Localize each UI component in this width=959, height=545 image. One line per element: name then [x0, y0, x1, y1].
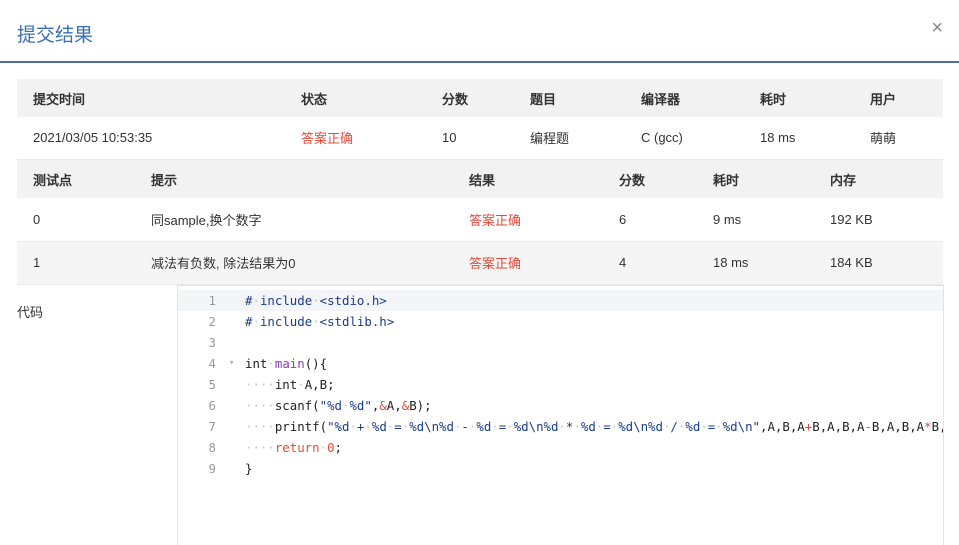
line-number: 9: [208, 461, 216, 476]
table-row: 2021/03/05 10:53:35 答案正确 10 编程题 C (gcc) …: [17, 117, 943, 159]
testcase-memory: 192 KB: [830, 211, 873, 227]
status-badge: 答案正确: [301, 131, 354, 147]
code-editor[interactable]: 1 #·include·<stdio.h> 2 #·include·<stdlib.…: [177, 285, 944, 545]
col-problem: 题目: [530, 91, 557, 107]
code-line: 4 ▾ int·main(){: [178, 353, 943, 374]
col-result: 结果: [469, 172, 496, 188]
problem-link[interactable]: 编程题: [514, 117, 625, 159]
col-time: 耗时: [713, 172, 740, 188]
col-time: 耗时: [760, 91, 787, 107]
code-line: 1 #·include·<stdio.h>: [178, 290, 943, 311]
line-number: 8: [208, 440, 216, 455]
col-submit-time: 提交时间: [33, 91, 86, 107]
testcase-score: 6: [619, 211, 627, 227]
status-badge: 答案正确: [469, 212, 522, 228]
code-line: 3: [178, 332, 943, 353]
code-text: #·include·<stdio.h>: [245, 293, 387, 308]
line-number: 6: [208, 398, 216, 413]
code-text: ····return·0;: [245, 440, 343, 455]
modal-title: 提交结果: [17, 25, 94, 46]
line-number: 5: [208, 377, 216, 392]
compiler: C (gcc): [641, 130, 683, 146]
testcase-hint: 同sample,换个数字: [151, 212, 262, 228]
line-number: 1: [208, 293, 216, 308]
col-testcase: 测试点: [33, 172, 73, 188]
submission-result-modal: 提交结果 × 提交时间 状态 分数 题目 编译器 耗时 用户 2021/03/0…: [0, 0, 959, 545]
code-line: 2 #·include·<stdlib.h>: [178, 311, 943, 332]
testcase-memory: 184 KB: [830, 255, 873, 270]
summary-header-row: 提交时间 状态 分数 题目 编译器 耗时 用户: [17, 79, 943, 117]
code-label: 代码: [17, 305, 44, 320]
summary-table: 提交时间 状态 分数 题目 编译器 耗时 用户 2021/03/05 10:53…: [17, 79, 943, 160]
col-score: 分数: [442, 91, 469, 107]
col-memory: 内存: [830, 172, 857, 188]
close-icon[interactable]: ×: [931, 18, 943, 38]
testcase-id: 1: [33, 255, 41, 270]
testcase-time: 18 ms: [713, 255, 749, 270]
code-line: 6 ····scanf("%d·%d",&A,&B);: [178, 395, 943, 416]
col-status: 状态: [301, 91, 328, 107]
code-line: 8 ····return·0;: [178, 437, 943, 458]
col-hint: 提示: [151, 172, 178, 188]
table-row: 1 减法有负数, 除法结果为0 答案正确 4 18 ms 184 KB: [17, 241, 943, 284]
status-badge: 答案正确: [469, 256, 522, 271]
code-line: 9}: [178, 458, 943, 479]
user-link[interactable]: 萌萌: [854, 117, 943, 159]
modal-header: 提交结果 ×: [0, 0, 959, 63]
code-text: #·include·<stdlib.h>: [245, 314, 395, 329]
line-number: 3: [208, 335, 216, 350]
testcase-time: 9 ms: [713, 211, 742, 227]
code-line: 5 ····int·A,B;: [178, 374, 943, 395]
code-text: ····int·A,B;: [245, 377, 335, 392]
code-text: int·main(){: [245, 356, 328, 371]
fold-toggle-icon[interactable]: ▾: [229, 353, 234, 374]
col-score: 分数: [619, 172, 646, 188]
code-text: ····printf("%d·+·%d·=·%d\n%d·-·%d·=·%d\n…: [245, 419, 943, 434]
code-text: }: [245, 461, 253, 476]
testcase-id: 0: [33, 211, 41, 227]
testcase-header-row: 测试点 提示 结果 分数 耗时 内存: [17, 160, 943, 198]
code-line: 7 ····printf("%d·+·%d·=·%d\n%d·-·%d·=·%d\…: [178, 416, 943, 437]
code-text: ····scanf("%d·%d",&A,&B);: [245, 398, 432, 413]
table-row: 0 同sample,换个数字 答案正确 6 9 ms 192 KB: [17, 198, 943, 241]
line-number: 4: [208, 356, 216, 371]
line-number: 7: [208, 419, 216, 434]
col-user: 用户: [870, 91, 897, 107]
testcase-score: 4: [619, 255, 627, 270]
score: 10: [442, 130, 457, 146]
elapsed-time: 18 ms: [760, 130, 796, 146]
submit-time: 2021/03/05 10:53:35: [33, 130, 153, 146]
testcase-table: 测试点 提示 结果 分数 耗时 内存 0 同sample,换个数字 答案正确 6…: [17, 160, 943, 285]
col-compiler: 编译器: [641, 91, 681, 107]
testcase-hint: 减法有负数, 除法结果为0: [151, 256, 296, 271]
line-number: 2: [208, 314, 216, 329]
